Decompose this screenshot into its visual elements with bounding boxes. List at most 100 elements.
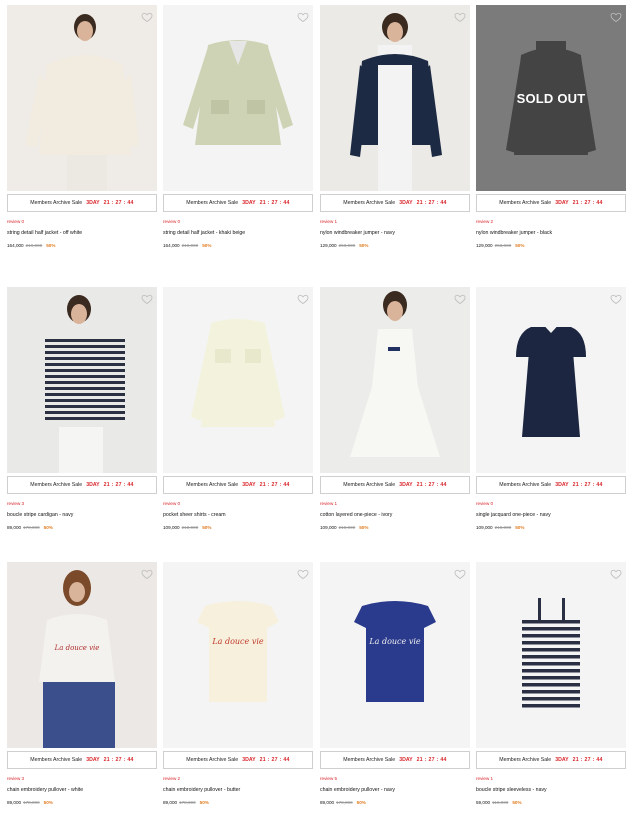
product-image[interactable] (163, 287, 313, 473)
original-price: 219,000 (25, 243, 43, 248)
sale-price: 109,000 (320, 525, 337, 530)
product-card[interactable]: Members Archive Sale 3DAY 21 : 27 : 44 r… (320, 287, 470, 531)
product-name[interactable]: string detail half jacket - off white (7, 230, 157, 237)
review-count: review 1 (320, 501, 338, 506)
product-image[interactable] (163, 5, 313, 191)
wishlist-heart-icon[interactable] (454, 293, 466, 305)
original-price: 178,000 (23, 800, 40, 805)
product-image[interactable] (7, 287, 157, 473)
wishlist-heart-icon[interactable] (141, 568, 153, 580)
product-card[interactable]: La douce vie Members Archive Sale 3DAY 2… (7, 562, 157, 806)
sale-countdown-bar[interactable]: Members Archive Sale 3DAY 21 : 27 : 44 (320, 476, 470, 494)
product-name[interactable]: chain embroidery pullover - navy (320, 787, 470, 794)
product-image[interactable]: SOLD OUT (476, 5, 626, 191)
sale-timer: 21 : 27 : 44 (572, 200, 603, 206)
wishlist-heart-icon[interactable] (610, 11, 622, 23)
sale-countdown-bar[interactable]: Members Archive Sale 3DAY 21 : 27 : 44 (476, 194, 626, 212)
sale-days: 3DAY (399, 482, 413, 488)
sale-countdown-bar[interactable]: Members Archive Sale 3DAY 21 : 27 : 44 (163, 476, 313, 494)
sale-price: 89,000 (163, 800, 178, 805)
product-card[interactable]: La douce vie Members Archive Sale 3DAY 2… (320, 562, 470, 806)
price-row: 164,000 219,000 50% (163, 242, 313, 249)
wishlist-heart-icon[interactable] (297, 293, 309, 305)
product-card[interactable]: Members Archive Sale 3DAY 21 : 27 : 44 r… (476, 562, 626, 806)
review-count: review 0 (163, 501, 181, 506)
product-image[interactable]: La douce vie (320, 562, 470, 748)
sale-timer: 21 : 27 : 44 (103, 482, 134, 488)
product-image[interactable] (476, 287, 626, 473)
sold-out-overlay: SOLD OUT (476, 5, 626, 191)
product-image[interactable] (476, 562, 626, 748)
product-name[interactable]: boucle stripe cardigan - navy (7, 512, 157, 519)
sale-countdown-bar[interactable]: Members Archive Sale 3DAY 21 : 27 : 44 (163, 194, 313, 212)
product-name[interactable]: pocket sheer shirts - cream (163, 512, 313, 519)
price-row: 59,000 118,000 50% (476, 799, 626, 806)
sale-label: Members Archive Sale (30, 482, 83, 488)
product-name[interactable]: chain embroidery pullover - butter (163, 787, 313, 794)
sale-countdown-bar[interactable]: Members Archive Sale 3DAY 21 : 27 : 44 (320, 751, 470, 769)
wishlist-heart-icon[interactable] (141, 11, 153, 23)
sale-price: 164,000 (163, 243, 180, 248)
svg-text:La douce vie: La douce vie (368, 637, 421, 646)
product-image[interactable] (320, 5, 470, 191)
discount-rate: 50% (515, 525, 525, 530)
wishlist-heart-icon[interactable] (454, 568, 466, 580)
sale-price: 109,000 (163, 525, 180, 530)
product-card[interactable]: Members Archive Sale 3DAY 21 : 27 : 44 r… (163, 287, 313, 531)
sold-out-label: SOLD OUT (516, 90, 586, 106)
sale-timer: 21 : 27 : 44 (103, 200, 134, 206)
product-photo (7, 5, 157, 191)
sale-countdown-bar[interactable]: Members Archive Sale 3DAY 21 : 27 : 44 (7, 476, 157, 494)
review-count: review 0 (163, 219, 181, 224)
product-grid: Members Archive Sale 3DAY 21 : 27 : 44 r… (0, 0, 635, 815)
product-image[interactable]: La douce vie (7, 562, 157, 748)
sale-countdown-bar[interactable]: Members Archive Sale 3DAY 21 : 27 : 44 (163, 751, 313, 769)
svg-text:La douce vie: La douce vie (211, 637, 264, 646)
product-card[interactable]: Members Archive Sale 3DAY 21 : 27 : 44 r… (7, 287, 157, 531)
wishlist-heart-icon[interactable] (610, 568, 622, 580)
wishlist-heart-icon[interactable] (141, 293, 153, 305)
product-name[interactable]: nylon windbreaker jumper - navy (320, 230, 470, 237)
product-card[interactable]: Members Archive Sale 3DAY 21 : 27 : 44 r… (476, 287, 626, 531)
product-name[interactable]: nylon windbreaker jumper - black (476, 230, 626, 237)
review-count: review 0 (7, 219, 25, 224)
sale-days: 3DAY (86, 482, 100, 488)
product-image[interactable]: La douce vie (163, 562, 313, 748)
discount-rate: 50% (43, 800, 53, 805)
sale-price: 59,000 (476, 800, 491, 805)
original-price: 258,000 (494, 243, 512, 248)
product-photo: La douce vie (163, 562, 313, 748)
sale-countdown-bar[interactable]: Members Archive Sale 3DAY 21 : 27 : 44 (7, 751, 157, 769)
review-count: review 3 (7, 776, 25, 781)
discount-rate: 50% (202, 525, 212, 530)
sale-countdown-bar[interactable]: Members Archive Sale 3DAY 21 : 27 : 44 (320, 194, 470, 212)
product-name[interactable]: cotton layered one-piece - ivory (320, 512, 470, 519)
product-image[interactable] (7, 5, 157, 191)
sale-timer: 21 : 27 : 44 (259, 200, 290, 206)
wishlist-heart-icon[interactable] (297, 11, 309, 23)
sale-label: Members Archive Sale (186, 200, 239, 206)
product-card[interactable]: Members Archive Sale 3DAY 21 : 27 : 44 r… (7, 5, 157, 249)
wishlist-heart-icon[interactable] (454, 11, 466, 23)
sale-countdown-bar[interactable]: Members Archive Sale 3DAY 21 : 27 : 44 (476, 476, 626, 494)
sale-countdown-bar[interactable]: Members Archive Sale 3DAY 21 : 27 : 44 (7, 194, 157, 212)
wishlist-heart-icon[interactable] (610, 293, 622, 305)
wishlist-heart-icon[interactable] (297, 568, 309, 580)
sale-price: 89,000 (320, 800, 335, 805)
review-count: review 1 (476, 776, 494, 781)
product-name[interactable]: chain embroidery pullover - white (7, 787, 157, 794)
product-photo: La douce vie (320, 562, 470, 748)
product-card[interactable]: Members Archive Sale 3DAY 21 : 27 : 44 r… (163, 5, 313, 249)
sale-timer: 21 : 27 : 44 (416, 200, 447, 206)
product-card[interactable]: Members Archive Sale 3DAY 21 : 27 : 44 r… (320, 5, 470, 249)
product-name[interactable]: string detail half jacket - khaki beige (163, 230, 313, 237)
product-card[interactable]: La douce vie Members Archive Sale 3DAY 2… (163, 562, 313, 806)
sale-label: Members Archive Sale (499, 757, 552, 763)
product-photo (476, 562, 626, 748)
product-name[interactable]: single jacquard one-piece - navy (476, 512, 626, 519)
product-name[interactable]: boucle stripe sleeveless - navy (476, 787, 626, 794)
product-card[interactable]: SOLD OUT Members Archive Sale 3DAY 21 : … (476, 5, 626, 249)
product-image[interactable] (320, 287, 470, 473)
sale-countdown-bar[interactable]: Members Archive Sale 3DAY 21 : 27 : 44 (476, 751, 626, 769)
discount-rate: 50% (43, 525, 53, 530)
